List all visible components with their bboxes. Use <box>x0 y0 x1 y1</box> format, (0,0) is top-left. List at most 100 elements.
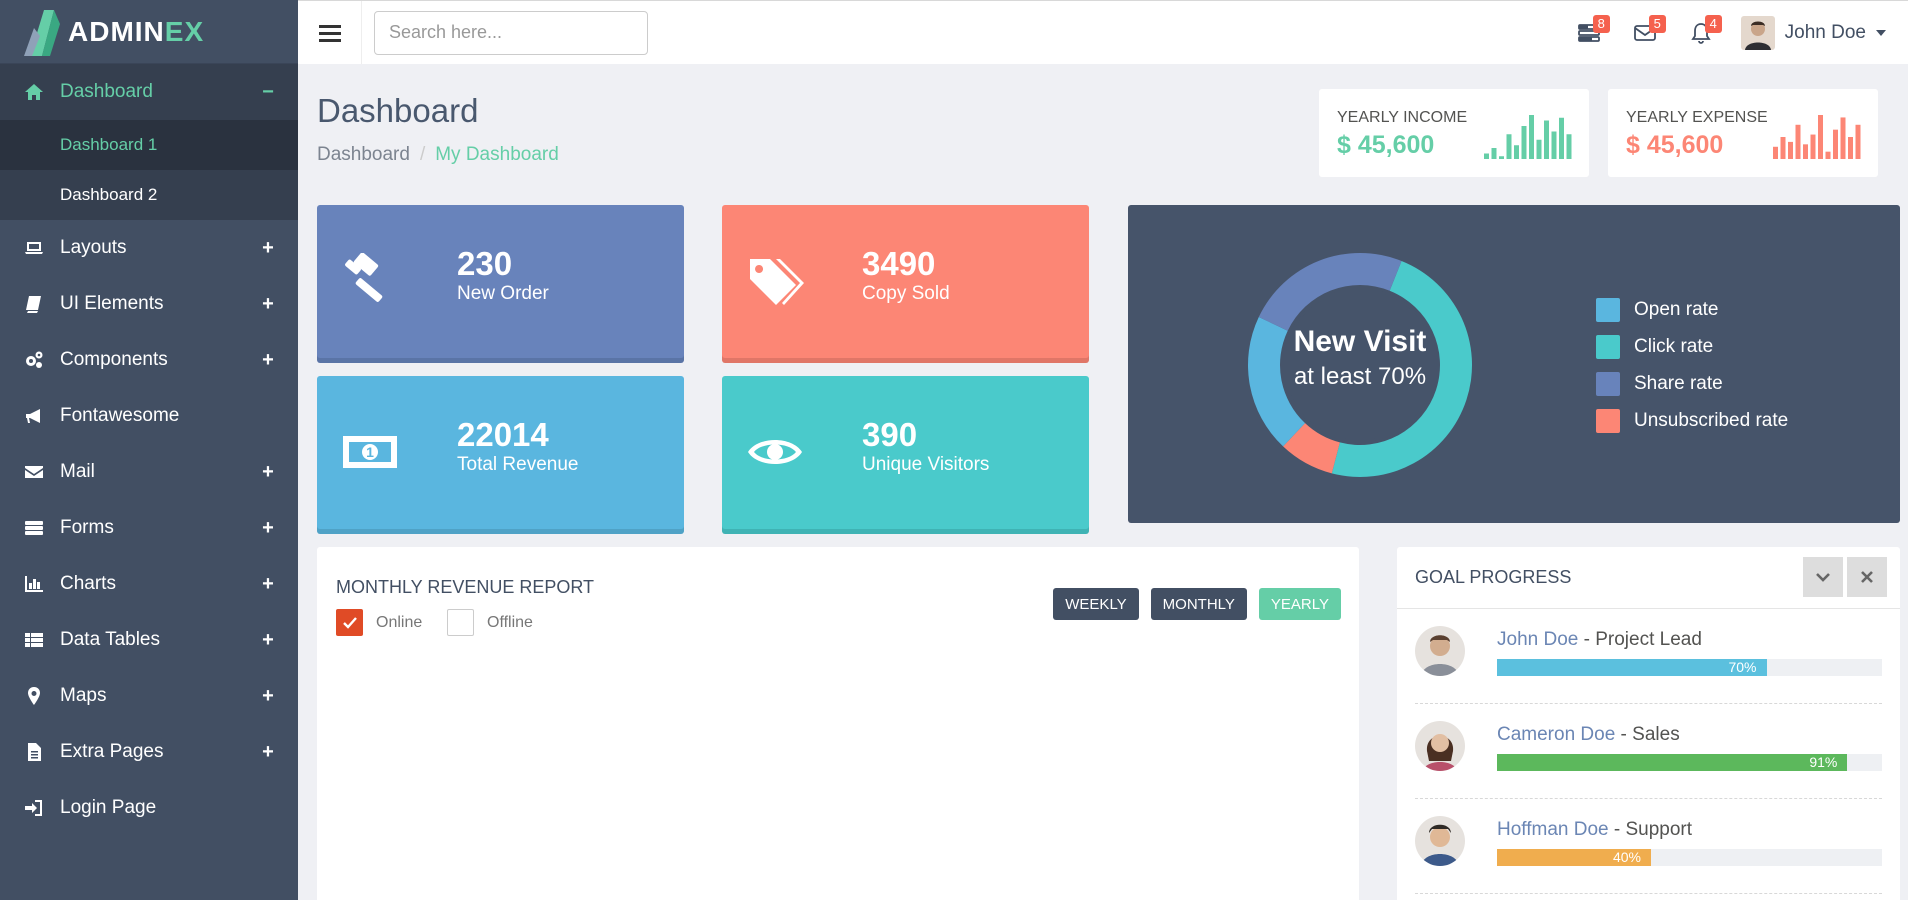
sparkline-bar <box>1536 139 1542 159</box>
sidebar-item-label: Fontawesome <box>60 405 180 426</box>
sidebar-item-dashboard[interactable]: Dashboard − <box>0 64 298 120</box>
sidebar-item-label: Charts <box>60 573 116 594</box>
top-header: 8 5 4 John Doe <box>298 0 1908 64</box>
sidebar-nav: Dashboard − Dashboard 1 Dashboard 2 Layo… <box>0 64 298 836</box>
expand-icon: + <box>262 740 274 763</box>
sidebar-item-label: Extra Pages <box>60 741 164 762</box>
sidebar-item-fontawesome[interactable]: Fontawesome <box>0 388 298 444</box>
sidebar-item-label: Maps <box>60 685 107 706</box>
new-order-value: 230 <box>457 245 513 282</box>
sparkline-bar <box>1818 115 1823 159</box>
sidebar-item-forms[interactable]: Forms + <box>0 500 298 556</box>
expand-icon: + <box>262 572 274 595</box>
progress-bar: 40% <box>1497 849 1882 866</box>
new-order-tile[interactable]: 230 New Order <box>317 205 684 358</box>
legend-swatch <box>1596 408 1620 433</box>
breadcrumb: Dashboard / My Dashboard <box>317 144 559 166</box>
sidebar-item-charts[interactable]: Charts + <box>0 556 298 612</box>
sidebar-item-label: Layouts <box>60 237 127 258</box>
hamburger-icon <box>318 24 341 42</box>
user-menu[interactable]: John Doe <box>1729 1 1908 64</box>
sidebar-item-label: Forms <box>60 517 114 538</box>
collapse-icon: − <box>262 80 274 103</box>
legend-item-share-rate: Share rate <box>1596 365 1788 402</box>
weekly-button[interactable]: WEEKLY <box>1053 588 1139 620</box>
sidebar-item-label: Mail <box>60 461 95 482</box>
sparkline-bar <box>1544 120 1549 159</box>
online-checkbox[interactable]: Online <box>336 609 422 636</box>
brand-logo[interactable]: ADMINEX <box>0 0 298 64</box>
brand-mark-icon <box>24 9 60 56</box>
sidebar-subitem-dashboard-1[interactable]: Dashboard 1 <box>0 120 298 170</box>
goal-person-name[interactable]: John Doe - Project Lead <box>1497 629 1702 651</box>
home-icon <box>22 80 46 104</box>
sidebar-item-layouts[interactable]: Layouts + <box>0 220 298 276</box>
sidebar-item-login-page[interactable]: Login Page <box>0 780 298 836</box>
expand-icon: + <box>262 684 274 707</box>
bar-chart-icon <box>22 572 46 596</box>
search-input[interactable] <box>374 10 648 55</box>
sidebar-item-label: UI Elements <box>60 293 164 314</box>
legend-item-open-rate: Open rate <box>1596 291 1788 328</box>
checkbox-checked[interactable] <box>336 609 363 636</box>
donut-legend: Open rate Click rate Share rate Unsubscr… <box>1596 291 1788 439</box>
sidebar-item-label: Dashboard <box>60 81 153 102</box>
cogs-icon <box>22 348 46 372</box>
close-panel-button[interactable] <box>1847 557 1887 597</box>
progress-fill: 40% <box>1497 849 1651 866</box>
legend-swatch <box>1596 334 1620 359</box>
sidebar-item-ui-elements[interactable]: UI Elements + <box>0 276 298 332</box>
goal-person-role: - Sales <box>1615 724 1680 745</box>
sidebar-item-data-tables[interactable]: Data Tables + <box>0 612 298 668</box>
total-revenue-tile[interactable]: 1 22014 Total Revenue <box>317 376 684 529</box>
donut-subtitle: at least 70% <box>1293 363 1427 390</box>
unique-visitors-label: Unique Visitors <box>862 454 990 475</box>
gavel-icon <box>341 252 399 309</box>
goal-progress-header: GOAL PROGRESS <box>1397 547 1900 609</box>
monthly-revenue-panel: MONTHLY REVENUE REPORT Online Offline WE… <box>317 547 1359 900</box>
breadcrumb-current: My Dashboard <box>435 144 559 165</box>
copy-sold-label: Copy Sold <box>862 283 950 304</box>
collapse-panel-button[interactable] <box>1803 557 1843 597</box>
sidebar-item-label: Data Tables <box>60 629 160 650</box>
sidebar-item-mail[interactable]: Mail + <box>0 444 298 500</box>
yearly-income-sparkline <box>1484 115 1572 159</box>
menu-toggle-button[interactable] <box>298 1 362 64</box>
offline-checkbox[interactable]: Offline <box>447 609 533 636</box>
sidebar-item-maps[interactable]: Maps + <box>0 668 298 724</box>
sidebar: ADMINEX Dashboard − Dashboard 1 Dashboar… <box>0 0 298 900</box>
breadcrumb-link[interactable]: Dashboard <box>317 144 410 165</box>
sparkline-bar <box>1855 124 1861 159</box>
monthly-button[interactable]: MONTHLY <box>1150 588 1247 620</box>
goal-person-name[interactable]: Cameron Doe - Sales <box>1497 724 1680 746</box>
avatar <box>1740 15 1775 50</box>
tasks-badge: 8 <box>1592 15 1610 33</box>
legend-item-unsubscribed-rate: Unsubscribed rate <box>1596 402 1788 439</box>
sparkline-bar <box>1810 134 1816 159</box>
legend-swatch <box>1596 297 1620 322</box>
goal-item: Hoffman Doe - Support 40% <box>1415 799 1882 894</box>
progress-bar: 91% <box>1497 754 1882 771</box>
book-icon <box>22 292 46 316</box>
sidebar-item-extra-pages[interactable]: Extra Pages + <box>0 724 298 780</box>
check-icon <box>342 616 357 629</box>
monthly-revenue-title: MONTHLY REVENUE REPORT <box>336 577 595 597</box>
mail-dropdown[interactable]: 5 <box>1617 1 1673 64</box>
goal-person-name[interactable]: Hoffman Doe - Support <box>1497 819 1692 841</box>
sidebar-item-components[interactable]: Components + <box>0 332 298 388</box>
tasks-dropdown[interactable]: 8 <box>1561 1 1617 64</box>
sidebar-subitem-dashboard-2[interactable]: Dashboard 2 <box>0 170 298 220</box>
notifications-dropdown[interactable]: 4 <box>1673 1 1729 64</box>
sparkline-bar <box>1803 144 1808 159</box>
sparkline-bar <box>1795 124 1801 159</box>
new-order-label: New Order <box>457 283 549 304</box>
copy-sold-tile[interactable]: 3490 Copy Sold <box>722 205 1089 358</box>
yearly-button[interactable]: YEARLY <box>1258 588 1341 620</box>
checkbox-unchecked[interactable] <box>447 609 474 636</box>
envelope-icon <box>22 460 46 484</box>
yearly-income-card: YEARLY INCOME $ 45,600 <box>1319 89 1589 177</box>
mail-badge: 5 <box>1648 15 1666 33</box>
unique-visitors-tile[interactable]: 390 Unique Visitors <box>722 376 1089 529</box>
sparkline-bar <box>1825 151 1831 159</box>
svg-text:1: 1 <box>366 444 374 460</box>
